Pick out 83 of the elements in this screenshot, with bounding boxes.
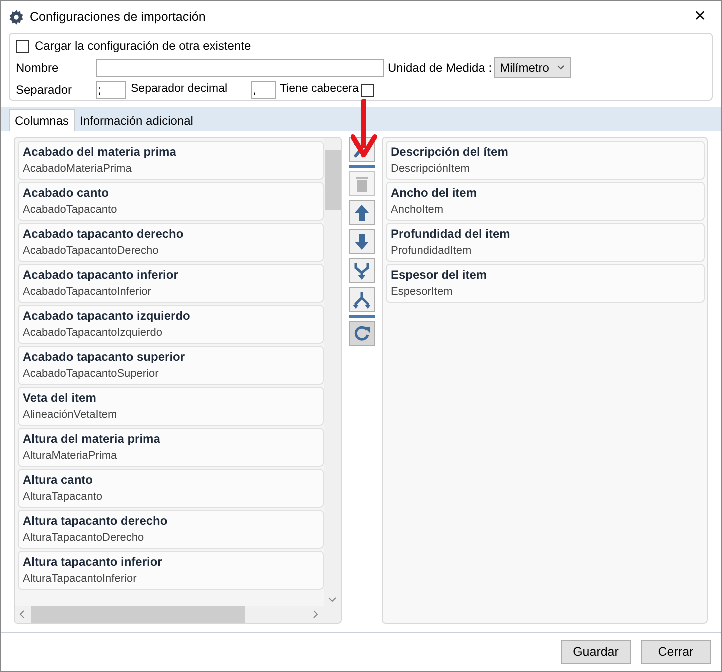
name-field[interactable] (96, 58, 384, 76)
column-item[interactable]: Altura canto AlturaTapacanto (18, 469, 324, 508)
tool-button[interactable] (349, 321, 375, 346)
column-title: Acabado tapacanto inferior (23, 267, 180, 284)
column-field: AcabadoTapacantoIzquierdo (23, 325, 319, 342)
column-field: ProfundidadItem (391, 243, 700, 260)
decimal-separator-field[interactable]: , (251, 81, 276, 99)
horizontal-scrollbar[interactable] (15, 606, 341, 623)
window-title: Configuraciones de importación (30, 8, 206, 26)
column-title: Acabado del materia prima (23, 144, 178, 161)
dialog-button[interactable]: Cerrar (641, 640, 711, 664)
column-title: Espesor del item (391, 267, 488, 284)
column-title: Acabado tapacanto superior (23, 349, 186, 366)
column-field: AlineaciónVetaItem (23, 407, 319, 424)
tab[interactable]: Información adicional (75, 111, 198, 131)
chevron-down-icon (557, 65, 566, 70)
column-title: Veta del item (23, 390, 98, 407)
tool-button[interactable] (349, 200, 375, 225)
down-arrow-icon (352, 232, 372, 252)
chevron-left-icon (19, 610, 25, 619)
column-field: DescripciónItem (391, 161, 700, 178)
column-field: AcabadoTapacantoDerecho (23, 243, 319, 260)
column-item[interactable]: Altura del materia prima AlturaMateriaPrima (18, 428, 324, 467)
checkbox-label: Cargar la configuración de otra existente (35, 38, 252, 55)
column-title: Altura tapacanto inferior (23, 554, 164, 571)
column-title: Descripción del ítem (391, 144, 510, 161)
column-field: EspesorItem (391, 284, 700, 301)
checkbox[interactable] (16, 40, 29, 52)
field-label: Tiene cabecera (280, 82, 359, 98)
separator-field[interactable]: ; (96, 81, 126, 99)
field-label: Unidad de Medida : (388, 60, 492, 76)
split-arrows-icon (352, 290, 372, 310)
unit-dropdown[interactable]: Milímetro (494, 57, 572, 78)
column-item[interactable]: Veta del item AlineaciónVetaItem (18, 387, 324, 426)
column-title: Acabado tapacanto derecho (23, 226, 185, 243)
chevron-down-icon (328, 597, 337, 603)
column-item[interactable]: Acabado tapacanto derecho AcabadoTapacantoDerecho (18, 223, 324, 262)
column-item[interactable]: Acabado tapacanto superior AcabadoTapacantoSuperior (18, 346, 324, 385)
column-field: AlturaTapacanto (23, 489, 319, 506)
column-title: Altura del materia prima (23, 431, 162, 448)
merge-arrows-icon (352, 260, 372, 280)
chevron-right-icon (313, 610, 319, 619)
column-title: Altura canto (23, 472, 94, 489)
column-item[interactable]: Acabado tapacanto inferior AcabadoTapacantoInferior (18, 264, 324, 303)
column-field: AcabadoTapacantoInferior (23, 284, 319, 301)
arrow-annotation (351, 99, 377, 159)
field-label: Nombre (16, 60, 60, 76)
column-item[interactable]: Espesor del item EspesorItem (386, 264, 705, 303)
column-field: AcabadoTapacanto (23, 202, 319, 219)
column-field: AnchoItem (391, 202, 700, 219)
scrollbar-thumb[interactable] (324, 150, 340, 210)
column-title: Acabado canto (23, 185, 110, 202)
column-item[interactable]: Descripción del ítem DescripciónItem (386, 141, 705, 180)
up-arrow-icon (352, 202, 372, 222)
column-title: Acabado tapacanto izquierdo (23, 308, 192, 325)
column-item[interactable]: Profundidad del item ProfundidadItem (386, 223, 705, 262)
column-field: AcabadoMateriaPrima (23, 161, 319, 178)
field-label: Separador (16, 82, 74, 99)
column-title: Profundidad del item (391, 226, 512, 243)
refresh-icon (352, 324, 372, 344)
scrollbar-thumb[interactable] (31, 606, 245, 623)
column-item[interactable]: Altura tapacanto derecho AlturaTapacantoDerecho (18, 510, 324, 549)
column-field: AlturaMateriaPrima (23, 448, 319, 465)
column-item[interactable]: Altura tapacanto inferior AlturaTapacantoInferior (18, 551, 324, 590)
gear-icon (9, 10, 24, 24)
tool-button[interactable] (349, 229, 375, 254)
tab[interactable]: Columnas (9, 109, 76, 131)
dialog-button[interactable]: Guardar (561, 640, 631, 664)
column-title: Ancho del item (391, 185, 478, 202)
column-field: AcabadoTapacantoSuperior (23, 366, 319, 383)
column-field: AlturaTapacantoDerecho (23, 530, 319, 547)
column-item[interactable]: Acabado canto AcabadoTapacanto (18, 182, 324, 221)
tool-button[interactable] (349, 287, 375, 312)
column-title: Altura tapacanto derecho (23, 513, 169, 530)
vertical-scrollbar[interactable] (324, 138, 341, 606)
column-field: AlturaTapacantoInferior (23, 571, 319, 588)
column-item[interactable]: Ancho del item AnchoItem (386, 182, 705, 221)
close-button[interactable]: ✕ (688, 6, 713, 28)
tool-button[interactable] (349, 258, 375, 283)
field-label: Separador decimal (131, 82, 229, 98)
column-item[interactable]: Acabado del materia prima AcabadoMateriaPrima (18, 141, 324, 180)
column-item[interactable]: Acabado tapacanto izquierdo AcabadoTapacantoIzquierdo (18, 305, 324, 344)
checkbox[interactable] (360, 84, 374, 96)
